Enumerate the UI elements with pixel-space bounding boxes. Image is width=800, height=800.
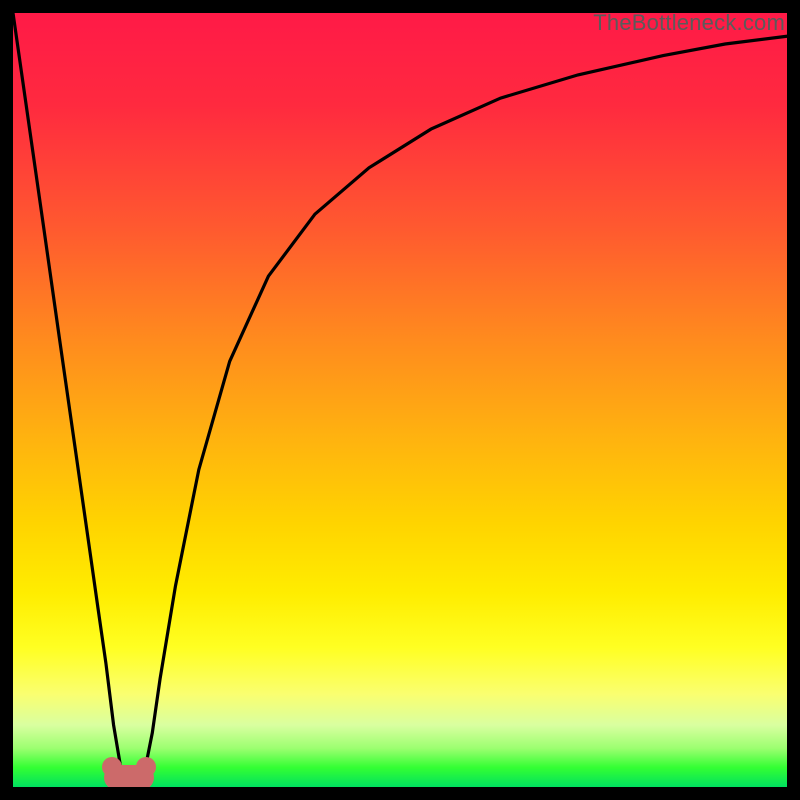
plot-area: TheBottleneck.com bbox=[13, 13, 787, 787]
chart-frame: TheBottleneck.com bbox=[0, 0, 800, 800]
bottleneck-curve-path bbox=[13, 13, 787, 787]
curve-svg bbox=[13, 13, 787, 787]
min-blob bbox=[104, 765, 154, 787]
